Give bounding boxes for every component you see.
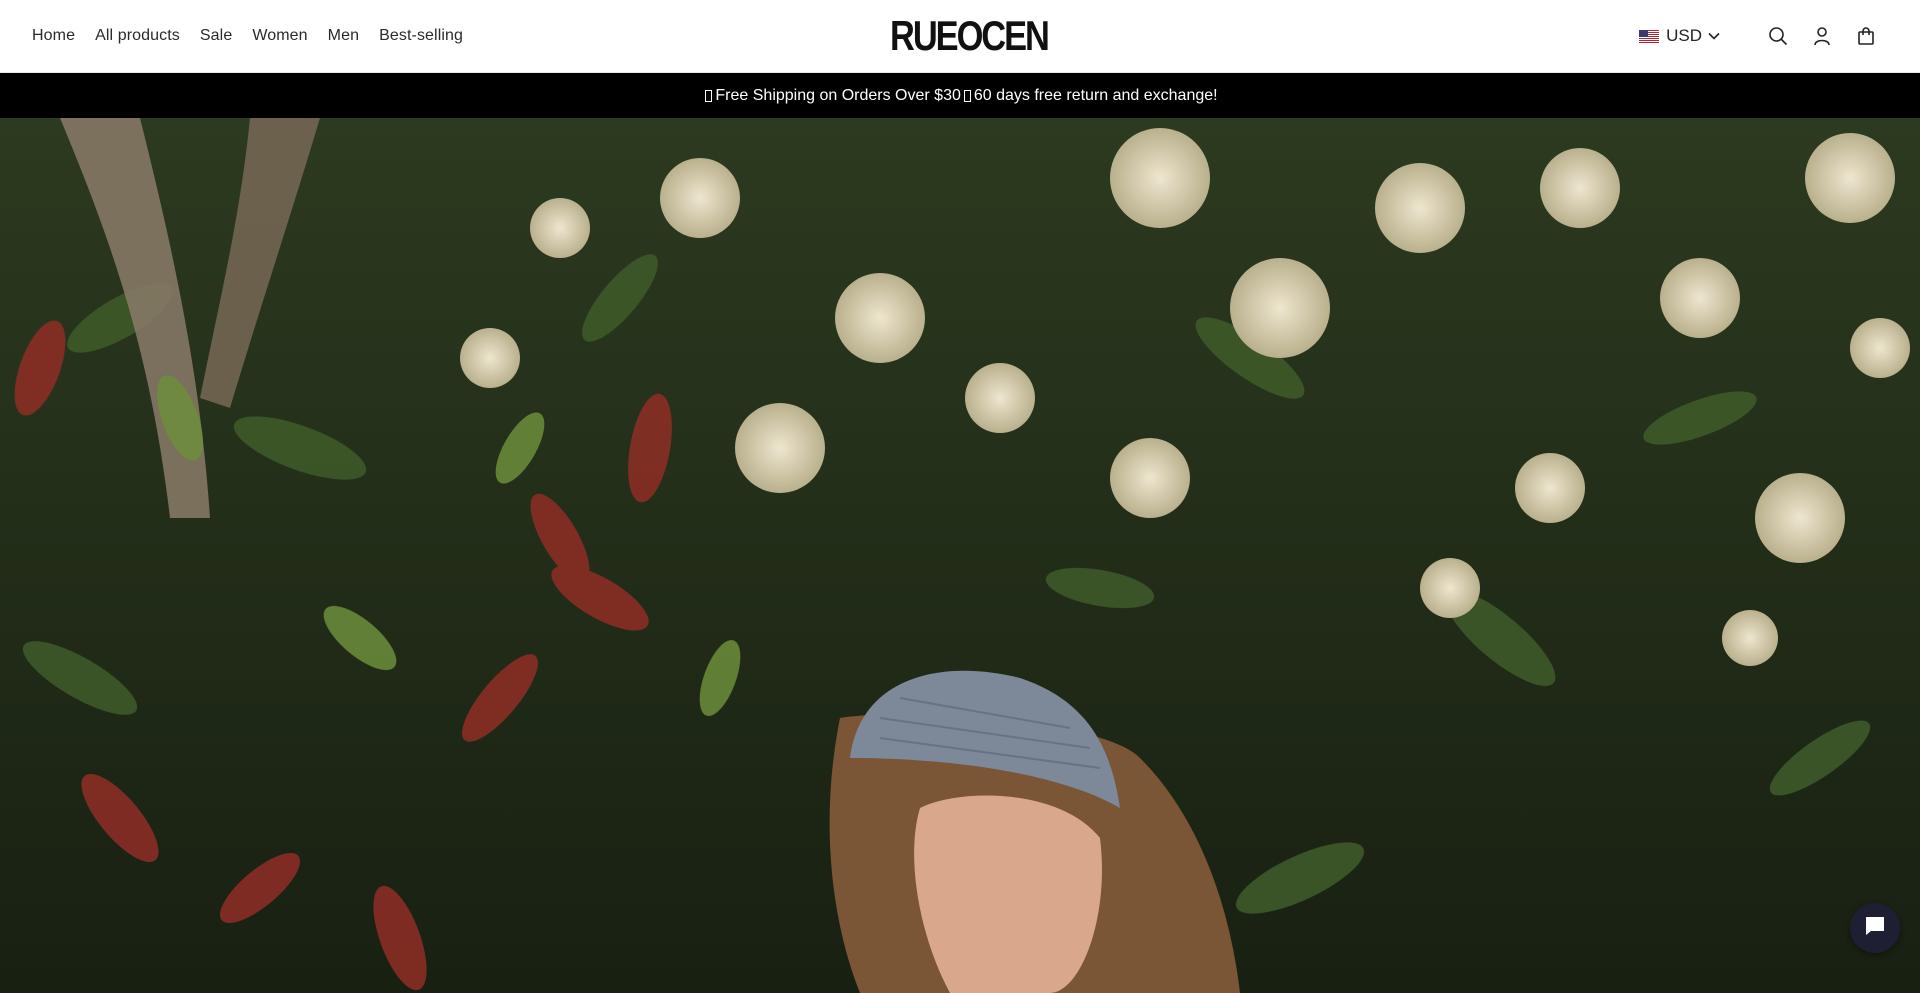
nav-all-products[interactable]: All products [95,27,180,45]
nav-home[interactable]: Home [32,27,75,45]
nav-sale[interactable]: Sale [200,27,232,45]
chat-icon [1864,915,1886,942]
announcement-bar: Free Shipping on Orders Over $30 60 days… [0,73,1920,118]
glyph-box-icon [963,89,971,102]
glyph-box-icon [705,89,713,102]
currency-label: USD [1666,26,1702,45]
announcement-shipping: Free Shipping on Orders Over $30 [715,86,961,104]
nav-men[interactable]: Men [328,27,359,45]
header-utilities: USD [1639,0,1878,72]
chevron-down-icon [1708,27,1720,45]
chat-button[interactable] [1850,903,1900,953]
nav-best-selling[interactable]: Best-selling [379,27,463,45]
hero-banner[interactable] [0,118,1920,993]
announcement-returns: 60 days free return and exchange! [973,86,1218,104]
site-header: Home All products Sale Women Men Best-se… [0,0,1920,73]
cart-icon[interactable] [1854,24,1878,48]
search-icon[interactable] [1766,24,1790,48]
us-flag-icon [1639,29,1660,43]
hero-image [0,118,1920,993]
brand-logo[interactable]: RUEOCEN [890,15,1050,57]
currency-selector[interactable]: USD [1639,26,1720,46]
main-nav: Home All products Sale Women Men Best-se… [32,0,483,72]
account-icon[interactable] [1810,24,1834,48]
nav-women[interactable]: Women [252,27,307,45]
